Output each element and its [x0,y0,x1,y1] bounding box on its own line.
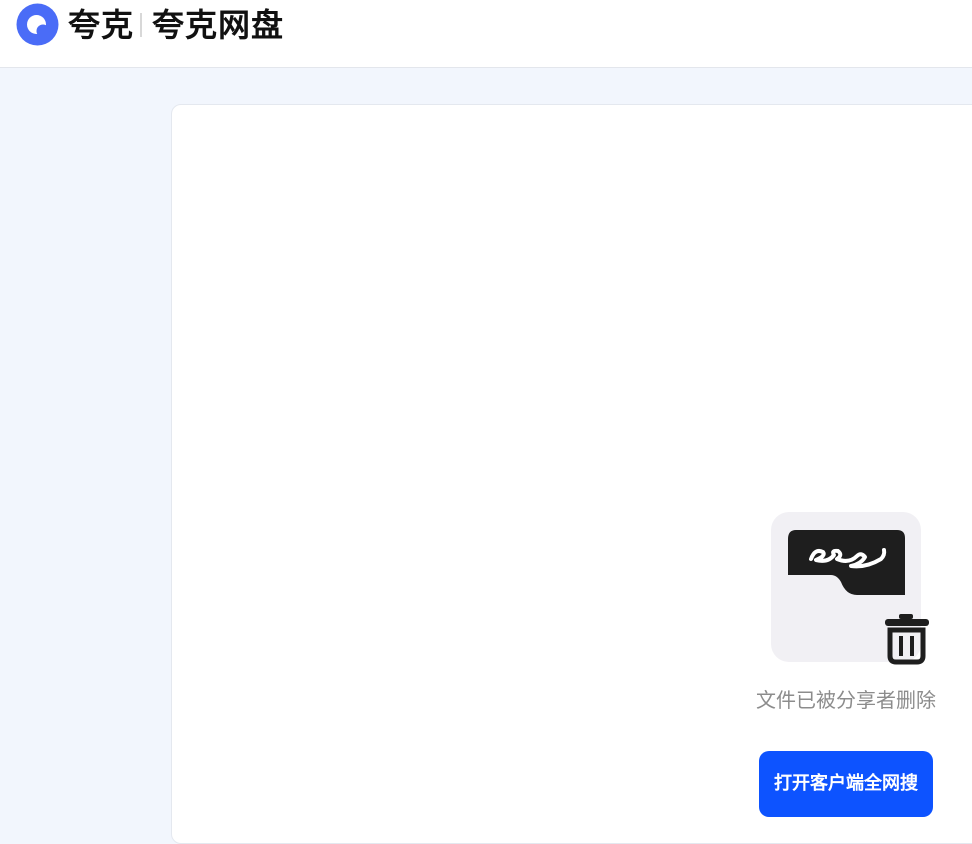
deleted-file-illustration [770,511,932,666]
brand-name[interactable]: 夸克 [68,3,134,47]
file-deleted-message: 文件已被分享者删除 [756,688,936,712]
brand-divider [140,13,142,37]
open-client-search-button[interactable]: 打开客户端全网搜 [759,751,933,817]
trash-icon [885,614,929,665]
sidebar [0,69,171,828]
content-panel [171,104,972,844]
product-name[interactable]: 夸克网盘 [152,3,284,47]
top-header: 夸克 夸克网盘 [0,0,972,68]
quark-logo-icon[interactable] [16,3,59,46]
